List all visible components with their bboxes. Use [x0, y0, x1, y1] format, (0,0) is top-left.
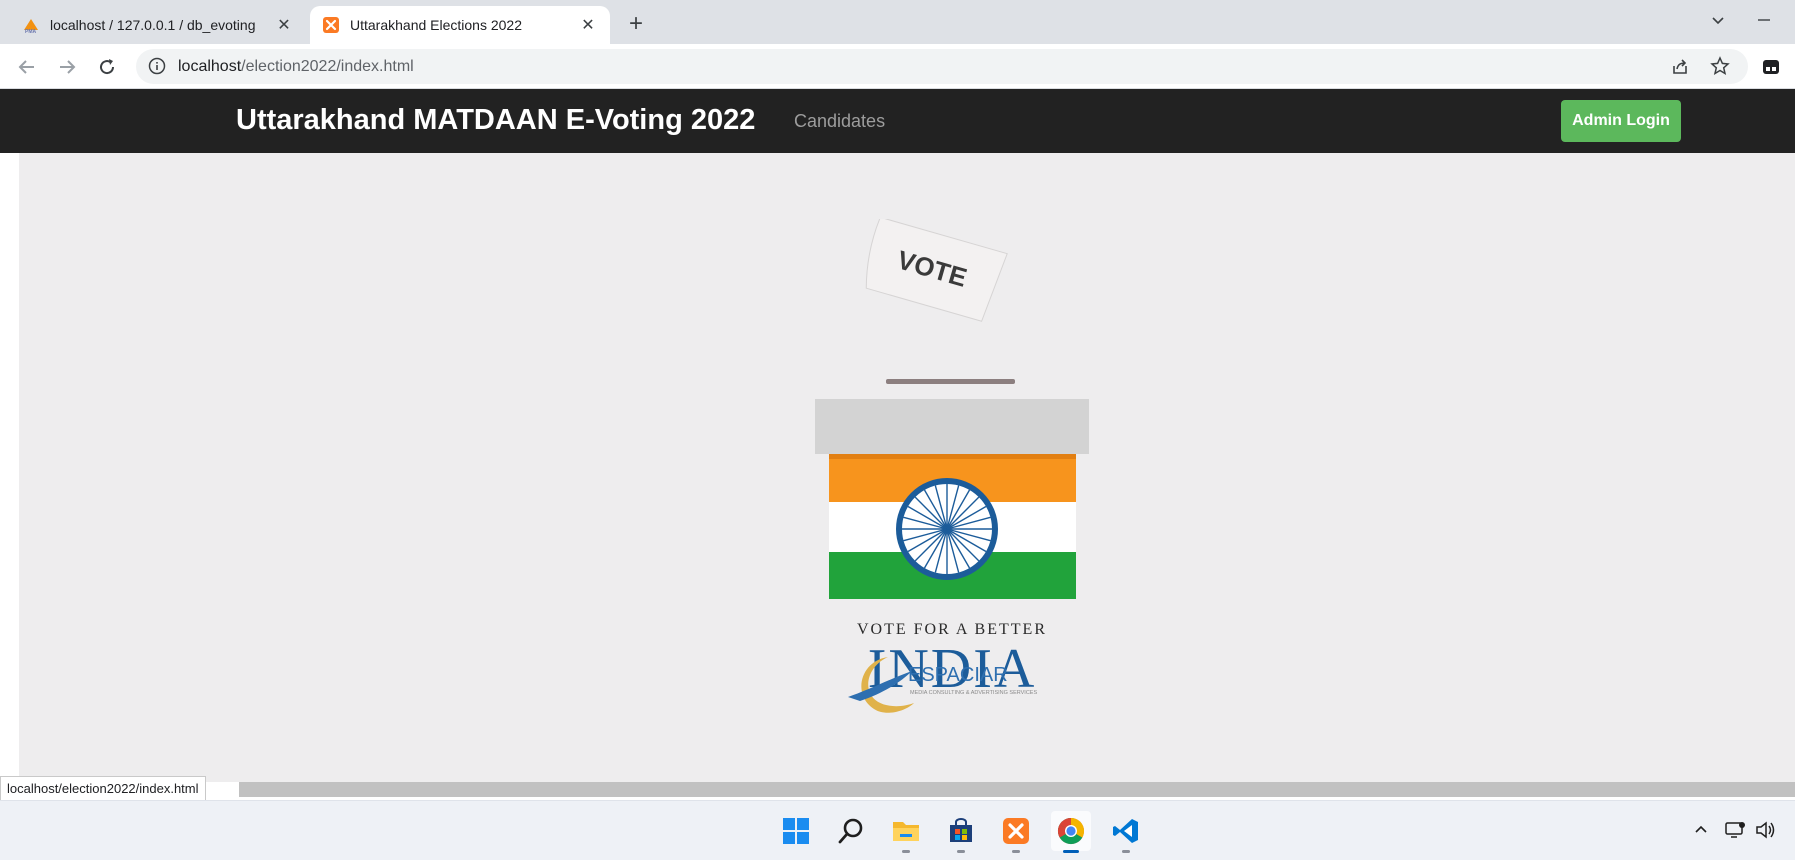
phpmyadmin-icon: PMA [24, 19, 38, 34]
back-arrow-icon[interactable] [14, 54, 40, 80]
start-button[interactable] [776, 811, 816, 851]
espaciar-logo: ESPACIAR MEDIA CONSULTING & ADVERTISING … [848, 657, 1037, 713]
browser-tab-strip: PMA localhost / 127.0.0.1 / db_evoting ✕… [0, 0, 1795, 44]
store-icon [950, 818, 972, 842]
site-navbar: Uttarakhand MATDAAN E-Voting 2022 Candid… [0, 89, 1795, 153]
admin-login-button[interactable]: Admin Login [1561, 100, 1681, 142]
left-gutter [0, 153, 19, 782]
flag-saffron-band [829, 454, 1076, 459]
vote-for-india-illustration: VOTE VOTE FOR A BETTER INDIA [815, 219, 1089, 700]
info-icon[interactable] [148, 57, 166, 75]
share-icon[interactable] [1670, 57, 1690, 77]
chrome-icon [1057, 817, 1085, 845]
minimize-icon[interactable] [1752, 8, 1776, 32]
new-tab-button[interactable]: + [622, 10, 650, 38]
network-icon[interactable] [1723, 818, 1747, 842]
show-hidden-icons-chevron-icon[interactable] [1689, 818, 1713, 842]
horizontal-scrollbar[interactable] [239, 782, 1795, 797]
windows-taskbar [0, 800, 1795, 860]
ashoka-chakra-icon [896, 478, 998, 580]
close-icon[interactable]: ✕ [578, 15, 598, 35]
page-content: Uttarakhand MATDAAN E-Voting 2022 Candid… [0, 89, 1795, 782]
reload-icon[interactable] [94, 54, 120, 80]
status-url-bubble: localhost/election2022/index.html [0, 776, 206, 802]
vscode-icon [1113, 819, 1138, 843]
forward-arrow-icon[interactable] [54, 54, 80, 80]
taskbar-chrome[interactable] [1051, 811, 1091, 853]
svg-text:PMA: PMA [25, 29, 37, 34]
taskbar-store[interactable] [941, 811, 981, 853]
ballot-box-slot [886, 379, 1015, 384]
address-bar[interactable]: localhost/election2022/index.html [136, 49, 1748, 84]
tab-search-chevron-icon[interactable] [1706, 8, 1730, 32]
start-icon [783, 818, 809, 844]
url-text: localhost/election2022/index.html [178, 58, 414, 75]
tagline-text: VOTE FOR A BETTER [857, 621, 1047, 638]
tab-uttarakhand-elections[interactable]: Uttarakhand Elections 2022 ✕ [310, 6, 610, 44]
browser-toolbar: localhost/election2022/index.html [0, 44, 1795, 89]
tab-sidebar-icon[interactable] [1760, 56, 1782, 78]
site-brand[interactable]: Uttarakhand MATDAAN E-Voting 2022 [236, 104, 755, 137]
logo-subtitle: MEDIA CONSULTING & ADVERTISING SERVICES [910, 690, 1037, 696]
file-explorer-icon [893, 822, 919, 841]
search-icon [838, 818, 863, 844]
logo-name: ESPACIAR [908, 664, 1008, 686]
ballot-paper: VOTE [865, 219, 1008, 322]
bookmark-star-icon[interactable] [1710, 56, 1730, 76]
taskbar-xampp[interactable] [996, 811, 1036, 853]
taskbar-vscode[interactable] [1106, 811, 1146, 853]
tab-title: localhost / 127.0.0.1 / db_evoting [50, 17, 256, 33]
volume-icon[interactable] [1753, 818, 1777, 842]
tab-title: Uttarakhand Elections 2022 [350, 17, 522, 33]
tab-phpmyadmin[interactable]: PMA localhost / 127.0.0.1 / db_evoting ✕ [10, 6, 306, 44]
xampp-icon [1003, 818, 1029, 844]
xampp-icon [323, 17, 339, 33]
close-icon[interactable]: ✕ [274, 15, 294, 35]
nav-link-candidates[interactable]: Candidates [794, 111, 885, 132]
taskbar-file-explorer[interactable] [886, 811, 926, 853]
ballot-box-lid [815, 399, 1089, 454]
taskbar-search-button[interactable] [831, 811, 871, 851]
